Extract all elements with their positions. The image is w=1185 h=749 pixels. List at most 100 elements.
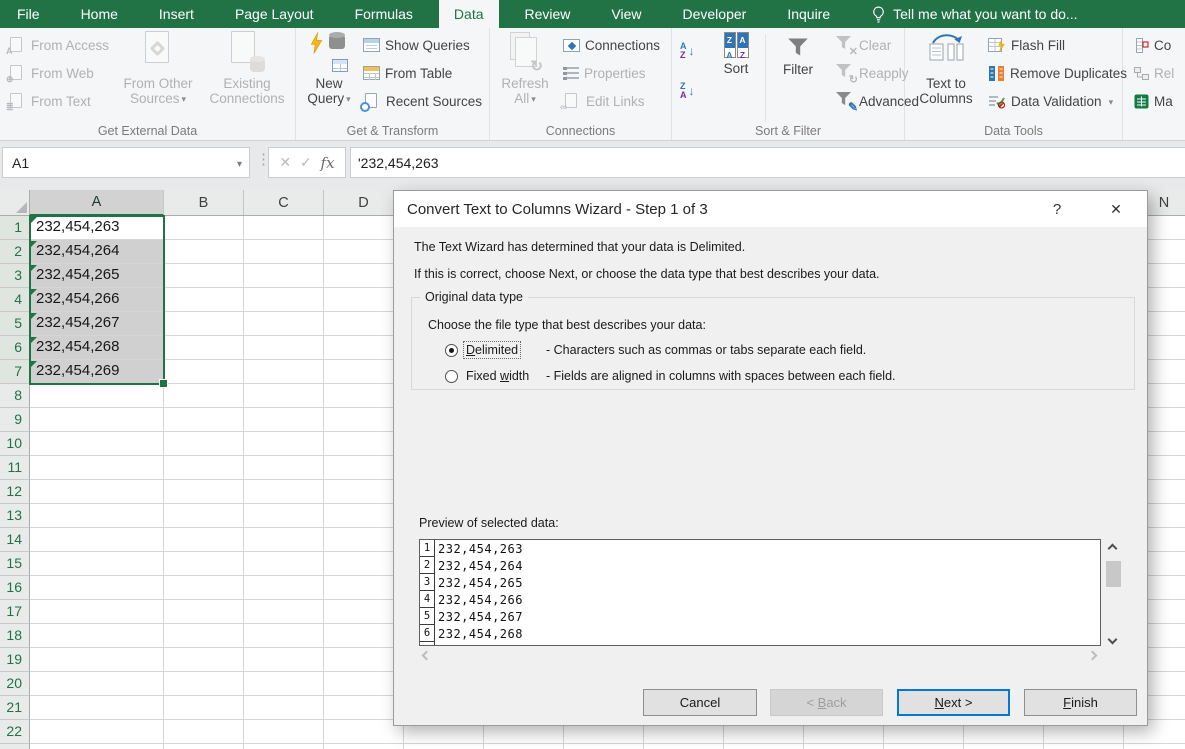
cancel-button[interactable]: Cancel <box>643 689 757 716</box>
scroll-up-button[interactable] <box>1107 543 1118 554</box>
flash-fill-button[interactable]: Flash Fill <box>985 31 1130 59</box>
row-header[interactable]: 11 <box>0 456 30 480</box>
fixed-width-radio[interactable] <box>445 369 458 383</box>
cell-column-a[interactable] <box>30 600 164 624</box>
row-header[interactable]: 22 <box>0 720 30 744</box>
delimited-radio[interactable] <box>445 343 458 357</box>
insert-function-icon[interactable]: fx <box>321 154 335 172</box>
row-header[interactable]: 6 <box>0 336 30 360</box>
formula-input[interactable]: '232,454,263 <box>350 147 1185 178</box>
filter-button[interactable]: Filter <box>772 32 824 77</box>
row-header[interactable]: 5 <box>0 312 30 336</box>
tab-file[interactable]: File <box>2 0 55 28</box>
consolidate-button[interactable]: Co <box>1131 31 1177 59</box>
cell-column-a[interactable] <box>30 744 164 749</box>
row-header[interactable]: 7 <box>0 360 30 384</box>
row-header[interactable]: 21 <box>0 696 30 720</box>
column-header-d[interactable]: D <box>324 190 404 215</box>
cell-column-a[interactable]: 232,454,264 <box>30 240 164 264</box>
finish-button[interactable]: Finish <box>1024 689 1137 716</box>
recent-sources-button[interactable]: Recent Sources <box>360 87 485 115</box>
cancel-entry-icon[interactable]: ✕ <box>279 154 291 171</box>
next-button[interactable]: Next > <box>897 689 1010 716</box>
cell-column-a[interactable] <box>30 552 164 576</box>
dialog-title-bar[interactable]: Convert Text to Columns Wizard - Step 1 … <box>394 191 1147 227</box>
from-text-button[interactable]: ≣ From Text <box>5 87 112 115</box>
cell-column-a[interactable]: 232,454,266 <box>30 288 164 312</box>
name-box-dropdown-icon[interactable]: ▾ <box>237 159 242 170</box>
data-validation-button[interactable]: Data Validation <box>985 87 1130 115</box>
cell-column-a[interactable] <box>30 480 164 504</box>
tab-insert[interactable]: Insert <box>144 0 209 28</box>
delimited-label[interactable]: Delimited <box>462 341 546 359</box>
tab-developer[interactable]: Developer <box>668 0 762 28</box>
row-header[interactable]: 1 <box>0 216 30 240</box>
cell-column-a[interactable] <box>30 720 164 744</box>
row-header[interactable] <box>0 744 30 749</box>
cell-column-a[interactable] <box>30 672 164 696</box>
dialog-close-button[interactable]: ✕ <box>1099 191 1133 227</box>
cell-column-a[interactable] <box>30 384 164 408</box>
cell-column-a[interactable]: 232,454,265 <box>30 264 164 288</box>
back-button[interactable]: < Back <box>770 689 883 716</box>
sort-ascending-button[interactable]: A Z ↓ <box>677 31 709 71</box>
row-header[interactable]: 19 <box>0 648 30 672</box>
sort-descending-button[interactable]: Z A ↓ <box>677 71 709 111</box>
row-header[interactable]: 9 <box>0 408 30 432</box>
tab-view[interactable]: View <box>596 0 656 28</box>
tell-me-box[interactable]: Tell me what you want to do... <box>862 0 1087 28</box>
properties-button[interactable]: Properties <box>560 59 663 87</box>
row-header[interactable]: 20 <box>0 672 30 696</box>
tab-page-layout[interactable]: Page Layout <box>220 0 329 28</box>
preview-box[interactable]: 1 232,454,263 2 232,454,264 3 232,454,26… <box>419 539 1101 646</box>
fixed-width-label[interactable]: Fixed width <box>464 368 546 384</box>
scroll-right-button[interactable] <box>1087 650 1098 662</box>
text-to-columns-button[interactable]: Text to Columns <box>911 30 981 106</box>
cell-column-a[interactable] <box>30 432 164 456</box>
row-header[interactable]: 8 <box>0 384 30 408</box>
cell-column-a[interactable] <box>30 504 164 528</box>
from-web-button[interactable]: ⊕ From Web <box>5 59 112 87</box>
row-header[interactable]: 10 <box>0 432 30 456</box>
tab-home[interactable]: Home <box>66 0 133 28</box>
cell-column-a[interactable] <box>30 696 164 720</box>
tab-formulas[interactable]: Formulas <box>340 0 428 28</box>
row-header[interactable]: 16 <box>0 576 30 600</box>
remove-duplicates-button[interactable]: Remove Duplicates <box>985 59 1130 87</box>
column-header-c[interactable]: C <box>244 190 324 215</box>
confirm-entry-icon[interactable]: ✓ <box>300 154 312 171</box>
row-header[interactable]: 13 <box>0 504 30 528</box>
row-header[interactable]: 15 <box>0 552 30 576</box>
cell-column-a[interactable] <box>30 456 164 480</box>
column-header-b[interactable]: B <box>164 190 244 215</box>
scroll-left-button[interactable] <box>421 650 432 662</box>
cell-column-a[interactable]: 232,454,263 <box>30 216 164 240</box>
edit-links-button[interactable]: ∞ Edit Links <box>560 87 663 115</box>
column-header-a[interactable]: A <box>30 190 164 216</box>
new-query-button[interactable]: New Query <box>302 30 356 107</box>
from-other-sources-button[interactable]: From Other Sources <box>118 30 198 107</box>
connections-button[interactable]: Connections <box>560 31 663 59</box>
tab-data[interactable]: Data <box>438 0 499 28</box>
cell-column-a[interactable] <box>30 576 164 600</box>
row-header[interactable]: 14 <box>0 528 30 552</box>
cell-column-a[interactable] <box>30 648 164 672</box>
relationships-button[interactable]: Rel <box>1131 59 1177 87</box>
select-all-corner[interactable] <box>0 190 30 215</box>
row-header[interactable]: 4 <box>0 288 30 312</box>
tab-review[interactable]: Review <box>510 0 586 28</box>
cell-column-a[interactable] <box>30 408 164 432</box>
scroll-down-button[interactable] <box>1107 634 1118 645</box>
existing-connections-button[interactable]: Existing Connections <box>202 30 292 106</box>
row-header[interactable]: 2 <box>0 240 30 264</box>
show-queries-button[interactable]: Show Queries <box>360 31 485 59</box>
row-header[interactable]: 3 <box>0 264 30 288</box>
row-header[interactable]: 17 <box>0 600 30 624</box>
from-table-button[interactable]: From Table <box>360 59 485 87</box>
manage-data-model-button[interactable]: Ma <box>1131 87 1177 115</box>
scrollbar-thumb[interactable] <box>1106 561 1121 587</box>
cell-column-a[interactable]: 232,454,269 <box>30 360 164 384</box>
sort-button[interactable]: Sort <box>712 32 760 76</box>
tab-inquire[interactable]: Inquire <box>772 0 845 28</box>
cell-column-a[interactable] <box>30 624 164 648</box>
